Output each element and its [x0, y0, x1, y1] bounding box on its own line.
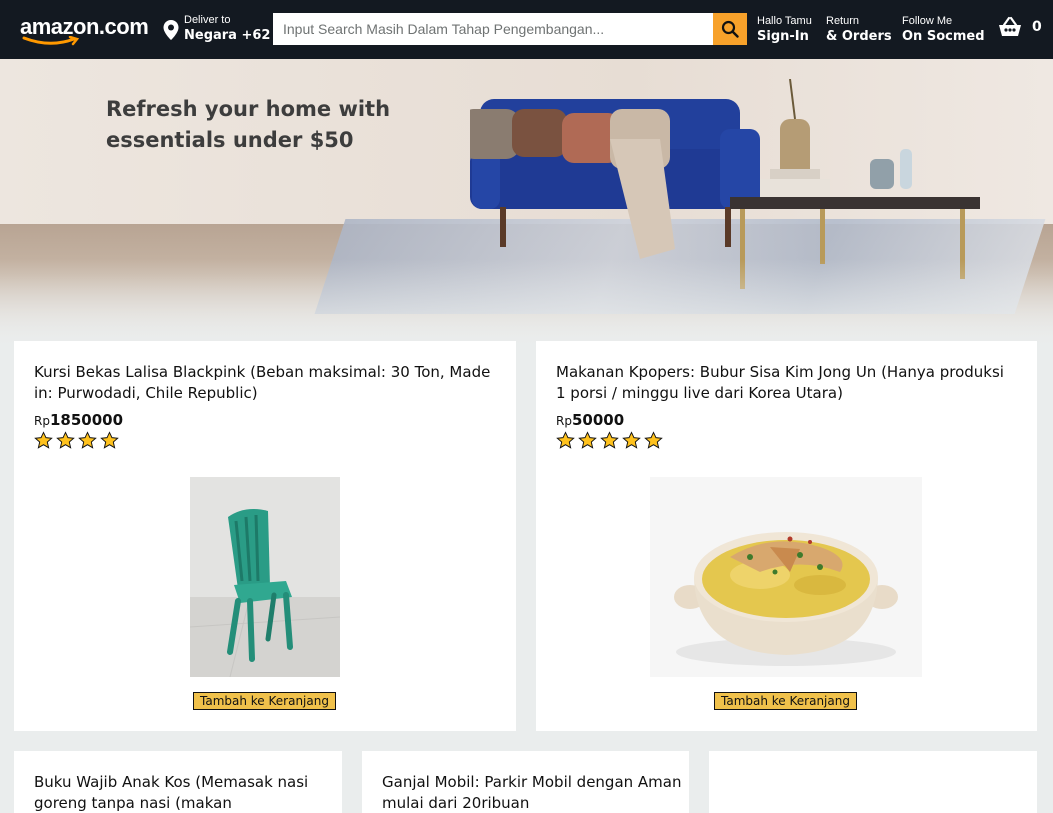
signin-label: Sign-In: [757, 29, 809, 44]
deliver-to-location[interactable]: Deliver to Negara +62: [162, 14, 270, 44]
search-button[interactable]: [713, 13, 747, 45]
returns-orders[interactable]: Return & Orders: [826, 15, 892, 45]
star-icon: [56, 431, 75, 449]
product-card: Ganjal Mobil: Parkir Mobil dengan Aman m…: [362, 751, 689, 813]
star-icon: [622, 431, 641, 449]
account-greeting: Hallo Tamu: [757, 15, 812, 27]
price-currency: Rp: [34, 414, 50, 428]
hero-banner[interactable]: Refresh your home with essentials under …: [0, 59, 1053, 349]
search-input[interactable]: [273, 13, 713, 45]
add-to-cart-button[interactable]: Tambah ke Keranjang: [193, 692, 336, 710]
follow-label: Follow Me: [902, 15, 953, 27]
star-icon: [644, 431, 663, 449]
price-amount: 1850000: [49, 411, 124, 429]
account-signin[interactable]: Hallo Tamu Sign-In: [757, 15, 812, 45]
star-icon: [600, 431, 619, 449]
star-icon: [78, 431, 97, 449]
hero-fade: [0, 259, 1053, 349]
deliver-country: Negara +62: [184, 28, 271, 43]
product-card: [709, 751, 1037, 813]
follow-socmed[interactable]: Follow Me On Socmed: [902, 15, 985, 45]
product-image-chair[interactable]: [190, 477, 340, 677]
search-icon: [721, 20, 739, 38]
rating-stars: [556, 431, 1018, 450]
product-title[interactable]: Buku Wajib Anak Kos (Memasak nasi goreng…: [34, 772, 324, 813]
star-icon: [100, 431, 119, 449]
product-card: Kursi Bekas Lalisa Blackpink (Beban maks…: [14, 341, 516, 731]
product-price: Rp1850000: [34, 410, 496, 429]
rating-stars: [34, 431, 496, 450]
star-icon: [556, 431, 575, 449]
top-nav-bar: amazon.com Deliver to Negara +62 Hallo T…: [0, 0, 1053, 59]
logo-smile-icon: [22, 36, 80, 46]
star-icon: [34, 431, 53, 449]
product-image-porridge[interactable]: [650, 477, 922, 677]
cart-button[interactable]: 0: [998, 16, 1042, 38]
price-amount: 50000: [571, 411, 625, 429]
product-title[interactable]: Kursi Bekas Lalisa Blackpink (Beban maks…: [34, 362, 496, 404]
returns-label: Return: [826, 15, 860, 27]
product-card: Buku Wajib Anak Kos (Memasak nasi goreng…: [14, 751, 342, 813]
hero-title-line1: Refresh your home with: [106, 97, 391, 121]
deliver-label: Deliver to: [184, 14, 231, 26]
cart-basket-icon: [999, 16, 1021, 36]
price-currency: Rp: [556, 414, 572, 428]
cart-count: 0: [1032, 19, 1042, 35]
amazon-logo[interactable]: amazon.com: [20, 14, 149, 48]
orders-label: & Orders: [826, 29, 892, 44]
hero-title-line2: essentials under $50: [106, 128, 354, 152]
star-icon: [578, 431, 597, 449]
product-title[interactable]: Ganjal Mobil: Parkir Mobil dengan Aman m…: [382, 772, 682, 813]
add-to-cart-button[interactable]: Tambah ke Keranjang: [714, 692, 857, 710]
product-title[interactable]: Makanan Kpopers: Bubur Sisa Kim Jong Un …: [556, 362, 1018, 404]
location-pin-icon: [163, 20, 179, 40]
product-price: Rp50000: [556, 410, 1018, 429]
product-card: Makanan Kpopers: Bubur Sisa Kim Jong Un …: [536, 341, 1037, 731]
socmed-label: On Socmed: [902, 29, 985, 44]
hero-headline: Refresh your home with essentials under …: [106, 94, 406, 156]
search-bar: [273, 13, 747, 45]
